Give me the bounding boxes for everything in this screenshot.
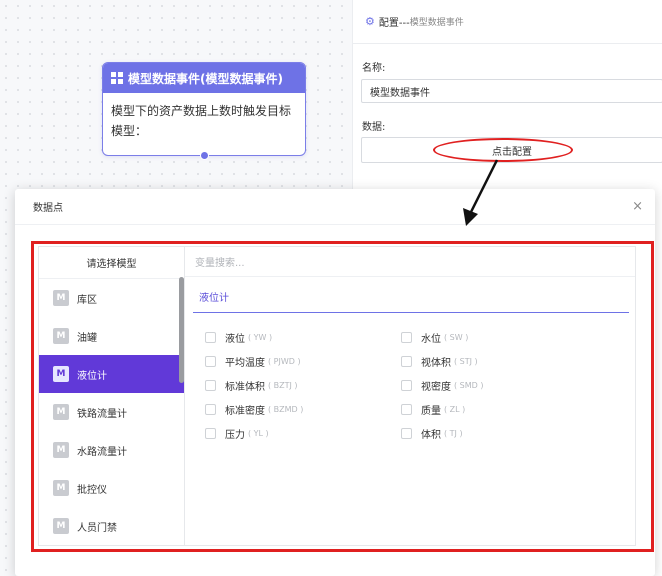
annotation-oval — [433, 138, 573, 162]
node-title: 模型数据事件(模型数据事件) — [128, 71, 283, 86]
data-label: 数据: — [362, 122, 386, 133]
config-title: 配置--- — [378, 18, 410, 29]
modal-title: 数据点 — [15, 189, 655, 225]
name-input[interactable]: 模型数据事件 — [361, 79, 662, 103]
config-header: ⚙ 配置--- 模型数据事件 — [353, 0, 662, 44]
node-output-port[interactable] — [200, 151, 209, 160]
annotation-box — [31, 241, 654, 552]
config-subtitle: 模型数据事件 — [409, 18, 464, 28]
event-node[interactable]: 模型数据事件(模型数据事件) 模型下的资产数据上数时触发目标模型： — [102, 62, 306, 160]
data-point-modal: 数据点 × 请选择模型 M 库区 M 油罐 M 液位计 M 铁路流量计 M 水路 — [15, 189, 655, 576]
gear-icon: ⚙ — [365, 15, 375, 28]
node-header: 模型数据事件(模型数据事件) — [103, 63, 305, 93]
grid-icon — [111, 72, 123, 84]
node-description: 模型下的资产数据上数时触发目标模型： — [111, 104, 292, 138]
name-label: 名称: — [362, 63, 386, 74]
close-icon[interactable]: × — [632, 199, 643, 214]
